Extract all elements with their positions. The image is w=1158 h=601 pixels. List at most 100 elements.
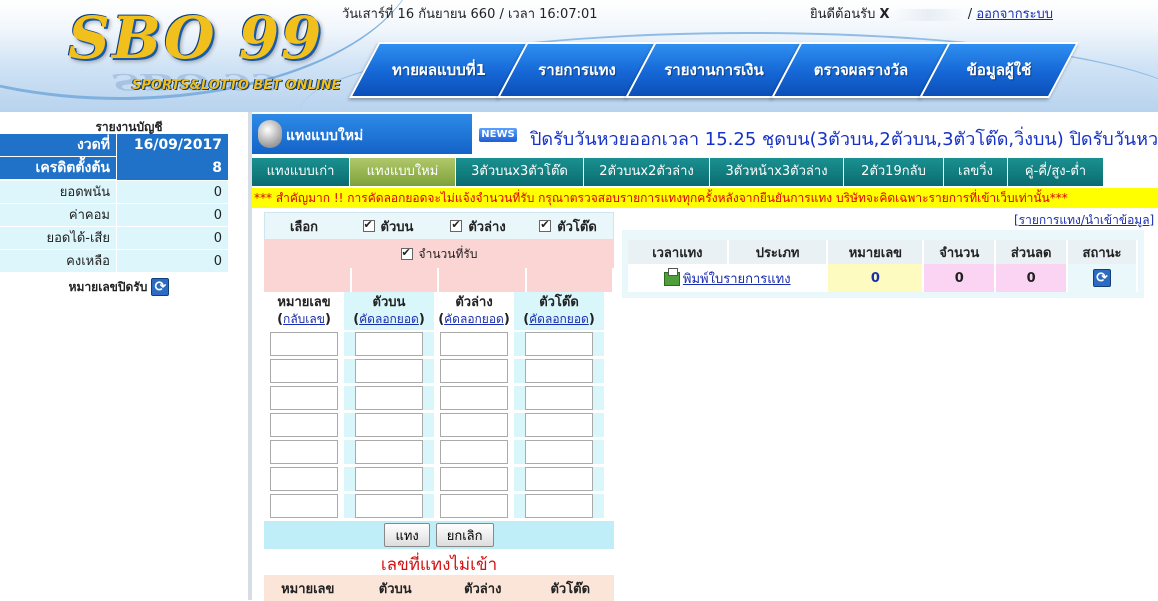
bottom-amount-input[interactable]	[440, 439, 508, 464]
option-bottom[interactable]: ตัวล่าง	[433, 213, 523, 239]
site-header: SBO 99 SBO 99 SPORTS&LOTTO BET ONLINE วั…	[0, 0, 1158, 112]
top-amount-input[interactable]	[355, 385, 423, 410]
tab-3top-x-3tod[interactable]: 3ตัวบนx3ตัวโต๊ด	[456, 158, 584, 186]
bet-input-cell	[434, 466, 514, 491]
number-input[interactable]	[270, 493, 338, 518]
accept-amount-checkbox[interactable]	[400, 246, 413, 260]
tod-amount-input[interactable]	[525, 493, 593, 518]
top-amount-input[interactable]	[355, 358, 423, 383]
bet-input-cell	[344, 358, 434, 383]
tab-2digit-19[interactable]: 2ตัว19กลับ	[844, 158, 944, 186]
section-title: แทงแบบใหม่	[286, 128, 364, 144]
option-tod[interactable]: ตัวโต๊ด	[523, 213, 613, 239]
username-mask	[893, 8, 964, 21]
spacer-cell	[526, 268, 614, 292]
option-label: ตัวบน	[380, 219, 414, 235]
logout-link[interactable]: ออกจากระบบ	[976, 7, 1053, 22]
number-input[interactable]	[270, 466, 338, 491]
tod-amount-input[interactable]	[525, 331, 593, 356]
bet-input-cell	[344, 412, 434, 437]
account-report-panel: รายงานบัญชี งวดที่ 16/09/2017 เครดิตตั้ง…	[0, 112, 228, 300]
bet-input-cell	[344, 331, 434, 356]
tab-old-style[interactable]: แทงแบบเก่า	[252, 158, 350, 186]
accept-amount-row[interactable]: จำนวนที่รับ	[264, 240, 614, 268]
header-discount: ส่วนลด	[995, 240, 1069, 264]
tab-new-style[interactable]: แทงแบบใหม่	[350, 158, 456, 186]
number-input[interactable]	[270, 358, 338, 383]
top-checkbox[interactable]	[362, 218, 375, 232]
print-slip-link[interactable]: พิมพ์ใบรายการแทง	[683, 272, 791, 287]
tab-3front-x-3bottom[interactable]: 3ตัวหน้าx3ตัวล่าง	[710, 158, 844, 186]
period-label: งวดที่	[0, 134, 116, 157]
rejected-bets-title: เลขที่แทงไม่เข้า	[380, 555, 498, 575]
bet-input-cell	[434, 439, 514, 464]
bet-form: เลือก ตัวบน ตัวล่าง ตัวโต๊ด จำนวนที่รับ …	[264, 212, 614, 601]
bottom-amount-input[interactable]	[440, 466, 508, 491]
closed-numbers-row: หมายเลขปิดรับ ⟳	[0, 274, 228, 300]
column-header-tod: ตัวโต๊ด (คัดลอกยอด)	[514, 292, 604, 330]
top-amount-input[interactable]	[355, 493, 423, 518]
reverse-number-link[interactable]: กลับเลข	[283, 312, 325, 326]
bet-input-cell	[344, 385, 434, 410]
nav-user-info-button[interactable]: ข้อมูลผู้ใช้	[919, 42, 1079, 98]
bet-input-cell	[514, 439, 604, 464]
bottom-amount-input[interactable]	[440, 385, 508, 410]
tab-2top-x-2bottom[interactable]: 2ตัวบนx2ตัวล่าง	[584, 158, 710, 186]
bet-input-cell	[344, 466, 434, 491]
header-time: เวลาแทง	[628, 240, 729, 264]
tod-amount-input[interactable]	[525, 439, 593, 464]
tod-amount-input[interactable]	[525, 358, 593, 383]
option-label: ตัวโต๊ด	[557, 219, 597, 235]
bet-options-row: เลือก ตัวบน ตัวล่าง ตัวโต๊ด	[264, 212, 614, 240]
top-amount-input[interactable]	[355, 412, 423, 437]
nav-label: ข้อมูลผู้ใช้	[966, 61, 1032, 79]
tod-amount-input[interactable]	[525, 385, 593, 410]
bet-list-import-link[interactable]: [รายการแทง/นำเข้าข้อมูล]	[1014, 211, 1154, 230]
bet-summary-panel: เวลาแทง ประเภท หมายเลข จำนวน ส่วนลด สถาน…	[622, 230, 1144, 298]
copy-amount-link[interactable]: คัดลอกยอด	[529, 312, 589, 326]
number-input[interactable]	[270, 385, 338, 410]
bottom-amount-input[interactable]	[440, 493, 508, 518]
copy-amount-link[interactable]: คัดลอกยอด	[444, 312, 504, 326]
rejected-header-cell: ตัวล่าง	[464, 581, 502, 597]
coin-stack-icon	[258, 120, 282, 148]
option-top[interactable]: ตัวบน	[343, 213, 433, 239]
tod-amount-input[interactable]	[525, 412, 593, 437]
number-input[interactable]	[270, 439, 338, 464]
bet-input-cell	[434, 412, 514, 437]
news-marquee: ปิดรับวันหวยออกเวลา 15.25 ชุดบน(3ตัวบน,2…	[530, 129, 1158, 148]
number-input[interactable]	[270, 331, 338, 356]
section-banner: แทงแบบใหม่	[252, 114, 472, 154]
cancel-button[interactable]: ยกเลิก	[435, 523, 494, 547]
tab-running-number[interactable]: เลขวิ่ง	[944, 158, 1008, 186]
table-row: พิมพ์ใบรายการแทง 0 0 0 ⟳	[628, 264, 1138, 292]
site-logo[interactable]: SBO 99 SBO 99 SPORTS&LOTTO BET ONLINE	[62, 4, 342, 104]
top-amount-input[interactable]	[355, 466, 423, 491]
tod-checkbox[interactable]	[539, 218, 552, 232]
number-input[interactable]	[270, 412, 338, 437]
copy-amount-link[interactable]: คัดลอกยอด	[359, 312, 419, 326]
bet-input-cell	[344, 439, 434, 464]
bet-input-row	[264, 492, 614, 519]
stat-value: 0	[116, 204, 228, 226]
bet-input-row	[264, 384, 614, 411]
rejected-header-cell: ตัวบน	[378, 581, 412, 597]
column-headers: หมายเลข (กลับเลข) ตัวบน (คัดลอกยอด) ตัวล…	[264, 292, 614, 330]
bet-input-grid	[264, 330, 614, 519]
bottom-checkbox[interactable]	[450, 218, 463, 232]
refresh-icon[interactable]: ⟳	[1093, 269, 1112, 287]
tod-amount-input[interactable]	[525, 466, 593, 491]
bottom-amount-input[interactable]	[440, 358, 508, 383]
refresh-icon[interactable]: ⟳	[151, 278, 170, 296]
top-amount-input[interactable]	[355, 331, 423, 356]
bet-input-cell	[344, 493, 434, 518]
submit-bet-button[interactable]: แทง	[384, 523, 430, 547]
bottom-amount-input[interactable]	[440, 331, 508, 356]
stat-label: ยอดได้-เสีย	[46, 231, 110, 246]
bet-input-cell	[434, 331, 514, 356]
nav-label: ทายผลแบบที่1	[391, 61, 487, 79]
tab-odd-even-high-low[interactable]: คู่-คี่/สูง-ต่ำ	[1008, 158, 1104, 186]
closed-numbers-label: หมายเลขปิดรับ	[68, 279, 148, 294]
top-amount-input[interactable]	[355, 439, 423, 464]
bottom-amount-input[interactable]	[440, 412, 508, 437]
